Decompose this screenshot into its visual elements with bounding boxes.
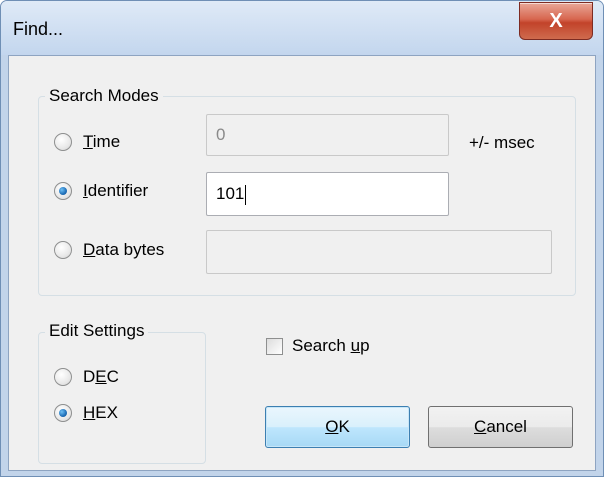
- hex-radio[interactable]: [54, 404, 72, 422]
- identifier-input[interactable]: 101: [206, 172, 449, 216]
- search-up-checkbox[interactable]: [266, 338, 283, 355]
- data-bytes-label[interactable]: Data bytes: [83, 240, 164, 260]
- close-button[interactable]: X: [519, 2, 593, 40]
- search-modes-label: Search Modes: [45, 86, 163, 106]
- edit-settings-group: [38, 332, 206, 464]
- find-dialog: Find... X Search Modes Time 0 +/- msec I…: [0, 0, 604, 477]
- dec-label[interactable]: DEC: [83, 367, 119, 387]
- window-title: Find...: [13, 19, 64, 39]
- hex-label[interactable]: HEX: [83, 403, 118, 423]
- search-up-label[interactable]: Search up: [292, 336, 370, 356]
- time-input[interactable]: 0: [206, 114, 449, 156]
- dec-radio[interactable]: [54, 368, 72, 386]
- title-bar[interactable]: Find... X: [1, 1, 603, 55]
- time-unit-label: +/- msec: [469, 133, 535, 152]
- text-cursor: [245, 184, 247, 205]
- cancel-button[interactable]: Cancel: [428, 406, 573, 448]
- dialog-body: Search Modes Time 0 +/- msec Identifier …: [8, 55, 596, 471]
- time-label[interactable]: Time: [83, 132, 120, 152]
- time-radio[interactable]: [54, 133, 72, 151]
- identifier-radio[interactable]: [54, 182, 72, 200]
- ok-button[interactable]: OK: [265, 406, 410, 448]
- identifier-label[interactable]: Identifier: [83, 181, 148, 201]
- data-bytes-radio[interactable]: [54, 241, 72, 259]
- edit-settings-label: Edit Settings: [45, 321, 149, 341]
- data-bytes-input[interactable]: [206, 230, 552, 274]
